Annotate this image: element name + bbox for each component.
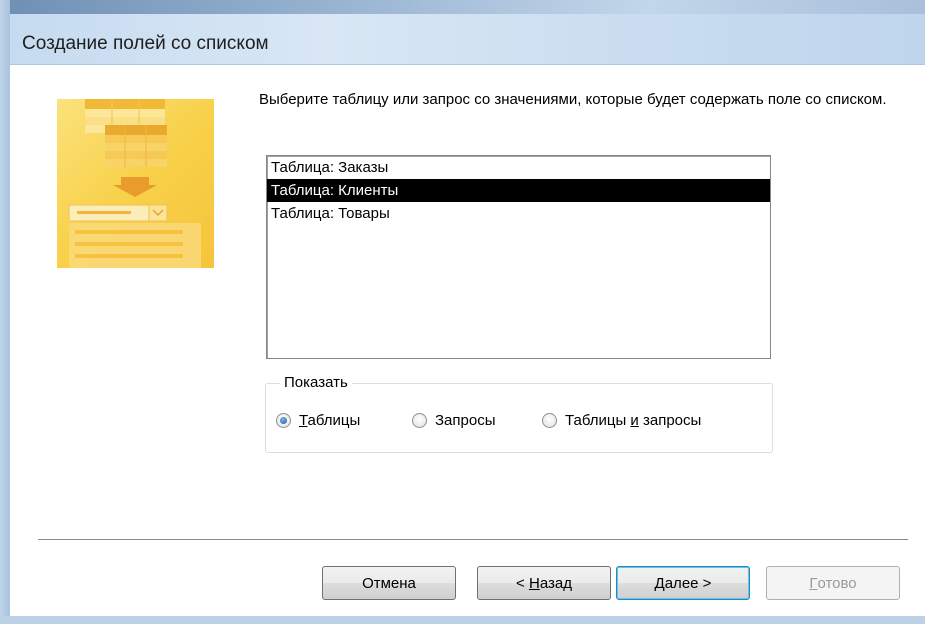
title-bar[interactable]: Создание полей со списком bbox=[10, 14, 925, 65]
radio-unchecked-icon[interactable] bbox=[412, 413, 427, 428]
radio-queries[interactable]: Запросы bbox=[412, 412, 496, 429]
window-title: Создание полей со списком bbox=[22, 33, 269, 54]
cancel-button[interactable]: Отмена bbox=[322, 566, 456, 600]
finish-button[interactable]: Готово bbox=[766, 566, 900, 600]
wizard-dialog: Выберите таблицу или запрос со значениям… bbox=[10, 65, 925, 616]
window-frame-bottom bbox=[0, 616, 925, 624]
list-item-clients[interactable]: Таблица: Клиенты bbox=[267, 179, 770, 202]
radio-tables[interactable]: Таблицы bbox=[276, 412, 360, 429]
radio-tables-and-queries[interactable]: Таблицы и запросы bbox=[542, 412, 701, 429]
radio-both-label: Таблицы и запросы bbox=[565, 412, 702, 429]
wizard-illustration bbox=[57, 99, 214, 268]
radio-tables-label: Таблицы bbox=[299, 412, 361, 429]
table-to-combobox-icon bbox=[68, 99, 201, 268]
window-frame-left bbox=[0, 0, 10, 624]
list-item-orders[interactable]: Таблица: Заказы bbox=[267, 156, 770, 179]
instruction-text: Выберите таблицу или запрос со значениям… bbox=[259, 91, 887, 108]
source-listbox[interactable]: Таблица: Заказы Таблица: Клиенты Таблица… bbox=[266, 155, 771, 359]
back-button[interactable]: < Назад bbox=[477, 566, 611, 600]
radio-checked-icon[interactable] bbox=[276, 413, 291, 428]
radio-unchecked-icon[interactable] bbox=[542, 413, 557, 428]
list-item-products[interactable]: Таблица: Товары bbox=[267, 202, 770, 225]
show-groupbox: Показать Таблицы Запросы Таблицы и запро… bbox=[265, 374, 773, 453]
show-group-label: Показать bbox=[280, 374, 352, 391]
footer-separator bbox=[38, 539, 908, 540]
radio-queries-label: Запросы bbox=[435, 412, 496, 429]
next-button[interactable]: Далее > bbox=[616, 566, 750, 600]
window-frame-top bbox=[0, 0, 925, 14]
